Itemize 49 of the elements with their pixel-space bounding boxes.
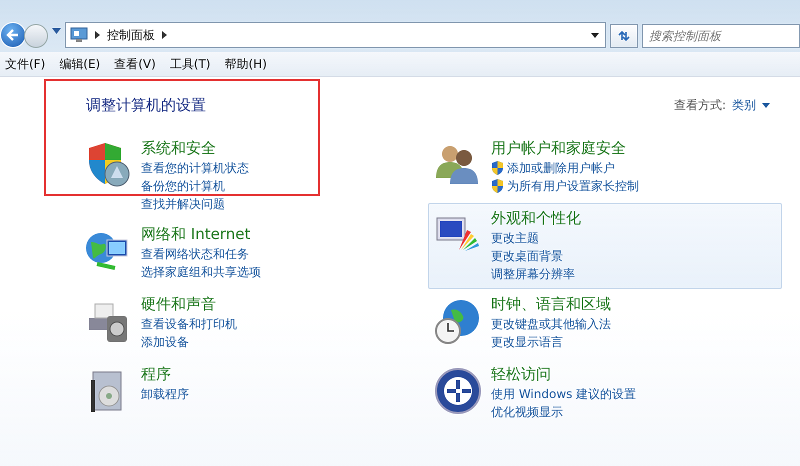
task-link[interactable]: 备份您的计算机 <box>141 178 225 194</box>
task-link[interactable]: 选择家庭组和共享选项 <box>141 264 261 280</box>
shield-icon <box>491 161 504 175</box>
refresh-icon <box>617 30 631 42</box>
task-link[interactable]: 优化视频显示 <box>491 404 563 420</box>
address-bar[interactable]: 控制面板 <box>65 22 606 48</box>
task-link[interactable]: 更改键盘或其他输入法 <box>491 316 611 332</box>
search-field[interactable]: 搜索控制面板 <box>642 24 800 48</box>
dropdown-caret-icon[interactable] <box>591 32 599 38</box>
category-title-link[interactable]: 网络和 Internet <box>141 224 261 244</box>
task-link[interactable]: 更改桌面背景 <box>491 248 563 264</box>
category-panel[interactable]: 外观和个性化 更改主题 更改桌面背景 调整屏幕分辨率 <box>428 203 782 289</box>
page-heading: 调整计算机的设置 <box>86 96 207 114</box>
task-link[interactable]: 调整屏幕分辨率 <box>491 266 575 282</box>
menu-item[interactable]: 工具(T) <box>164 56 220 72</box>
task-link[interactable]: 更改主题 <box>491 230 539 246</box>
control-panel-icon <box>70 27 88 43</box>
menu-item[interactable]: 查看(V) <box>109 56 165 72</box>
menu-item[interactable]: 编辑(E) <box>54 56 110 72</box>
task-link[interactable]: 更改显示语言 <box>491 334 563 350</box>
category-title-link[interactable]: 时钟、语言和区域 <box>491 294 611 314</box>
shield-icon <box>491 179 504 193</box>
category-title-link[interactable]: 轻松访问 <box>491 364 636 384</box>
category-title-link[interactable]: 硬件和声音 <box>141 294 237 314</box>
caret-icon <box>762 102 770 108</box>
category-title-link[interactable]: 用户帐户和家庭安全 <box>491 138 639 158</box>
view-by-dropdown[interactable]: 类别 <box>732 96 770 114</box>
back-arrow-icon <box>6 28 20 42</box>
task-link[interactable]: 为所有用户设置家长控制 <box>507 178 639 194</box>
menu-item[interactable]: 帮助(H) <box>220 56 276 72</box>
category-title-link[interactable]: 程序 <box>141 364 189 384</box>
category-title-link[interactable]: 系统和安全 <box>141 138 249 158</box>
view-by-label: 查看方式: <box>674 96 726 114</box>
task-link[interactable]: 查看您的计算机状态 <box>141 160 249 176</box>
breadcrumb[interactable]: 控制面板 <box>107 26 155 44</box>
task-link[interactable]: 查看设备和打印机 <box>141 316 237 332</box>
refresh-button[interactable] <box>610 24 638 48</box>
task-link[interactable]: 添加设备 <box>141 334 189 350</box>
task-link[interactable]: 查看网络状态和任务 <box>141 246 249 262</box>
chevron-icon <box>162 31 167 39</box>
task-link[interactable]: 使用 Windows 建议的设置 <box>491 386 636 402</box>
back-button[interactable] <box>0 22 26 48</box>
task-link[interactable]: 添加或删除用户帐户 <box>507 160 615 176</box>
category-title-link[interactable]: 外观和个性化 <box>491 208 581 228</box>
accessibility-icon[interactable] <box>433 366 483 416</box>
menu-item[interactable]: 文件(F) <box>0 56 54 72</box>
task-link[interactable]: 查找并解决问题 <box>141 196 225 212</box>
task-link[interactable]: 卸载程序 <box>141 386 189 402</box>
chevron-icon <box>95 31 100 39</box>
